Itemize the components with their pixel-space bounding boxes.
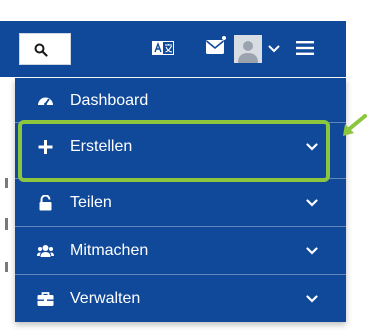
chevron-down-icon[interactable] <box>306 295 318 303</box>
background-fragment <box>5 218 8 230</box>
search-button[interactable] <box>19 33 71 65</box>
chevron-down-icon[interactable] <box>306 199 318 207</box>
lock-icon <box>39 195 52 211</box>
avatar[interactable] <box>234 35 262 63</box>
dashboard-icon <box>38 97 53 106</box>
divider <box>15 274 346 275</box>
top-navigation-bar <box>0 21 346 77</box>
dropdown-menu: Dashboard Erstellen Teilen Mitmachen Ver… <box>15 78 346 322</box>
translate-icon[interactable] <box>152 41 174 55</box>
chevron-down-icon[interactable] <box>306 247 318 255</box>
background-fragment <box>5 262 8 272</box>
notification-dot <box>222 36 226 40</box>
menu-item-label: Verwalten <box>70 290 141 307</box>
menu-icon[interactable] <box>296 40 314 56</box>
chevron-down-icon[interactable] <box>268 45 280 53</box>
pointer-arrow-icon <box>343 114 367 136</box>
menu-item-verwalten[interactable]: Verwalten <box>15 276 346 322</box>
menu-item-teilen[interactable]: Teilen <box>15 180 346 226</box>
menu-item-label: Dashboard <box>70 92 149 109</box>
menu-item-label: Mitmachen <box>70 242 149 259</box>
background-fragment <box>5 178 8 188</box>
menu-item-label: Teilen <box>70 194 112 211</box>
mail-icon[interactable] <box>206 40 224 54</box>
briefcase-icon <box>37 292 54 306</box>
highlight-frame <box>18 120 330 182</box>
menu-item-dashboard[interactable]: Dashboard <box>15 78 346 124</box>
menu-item-mitmachen[interactable]: Mitmachen <box>15 228 346 274</box>
user-silhouette-icon <box>238 41 258 63</box>
divider <box>15 226 346 227</box>
users-icon <box>37 245 54 257</box>
search-icon <box>34 43 48 57</box>
